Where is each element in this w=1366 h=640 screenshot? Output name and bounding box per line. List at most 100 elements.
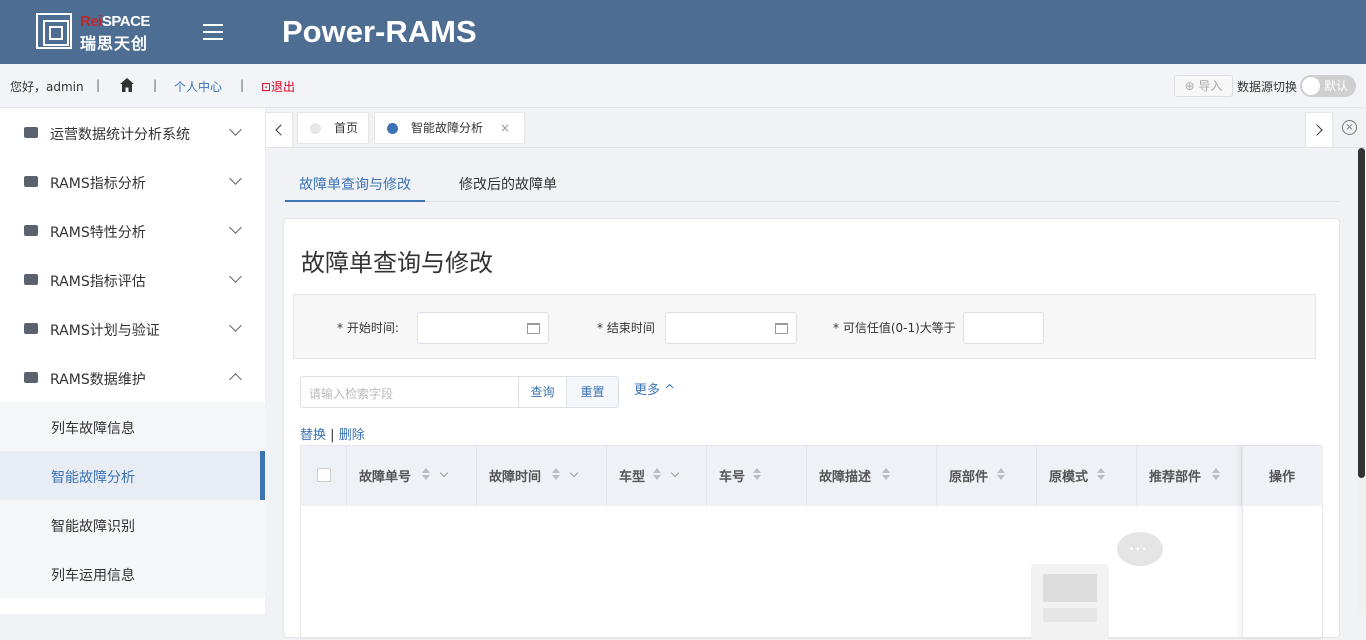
chevron-down-icon [229,172,242,185]
tab-smart-analysis[interactable]: 智能故障分析 × [374,112,525,144]
query-card: 故障单查询与修改 * 开始时间: * 结束时间 * 可信任值(0-1)大等于 请… [283,218,1340,640]
chevron-down-icon[interactable] [670,468,680,478]
folder-icon [24,176,38,187]
sidebar-item-label: RAMS数据维护 [50,372,146,388]
toggle-label: 默认 [1324,79,1349,93]
user-icon [24,323,38,334]
import-button[interactable]: ⊕ 导入 [1174,75,1233,97]
logo-text-en: ReiSPACE [80,13,150,30]
sidebar-item-rams-eval[interactable]: RAMS指标评估 [0,255,265,304]
sidebar-subitem-train-usage[interactable]: 列车运用信息 [0,549,265,598]
chevron-down-icon[interactable] [439,468,449,478]
sort-icon[interactable] [552,468,561,481]
empty-state-icon [1031,564,1109,640]
logout-link[interactable]: ⊡退出 [261,78,295,95]
end-date-input[interactable] [665,312,797,344]
column-header[interactable]: 原模式 [1037,446,1137,506]
filter-panel: * 开始时间: * 结束时间 * 可信任值(0-1)大等于 [293,294,1316,359]
tab-scroll-left-button[interactable] [265,112,293,148]
fault-table: 故障单号 故障时间 车型 车号 故障描述 原部件 原模式 推荐部件 操作 ••• [300,445,1323,640]
sidebar-subitem-train-fault[interactable]: 列车故障信息 [0,402,265,451]
column-header[interactable]: 故障单号 [347,446,477,506]
chevron-down-icon [229,123,242,136]
greeting-text: 您好，admin [10,80,84,94]
close-all-tabs-icon[interactable]: × [1342,120,1357,135]
tab-bar: 首页 智能故障分析 × × [265,108,1366,148]
sidebar-item-rams-index[interactable]: RAMS指标分析 [0,157,265,206]
sidebar-item-rams-feature[interactable]: RAMS特性分析 [0,206,265,255]
sidebar-item-label: RAMS特性分析 [50,225,146,241]
sidebar-item-ops-stats[interactable]: 运营数据统计分析系统 [0,108,265,157]
column-header[interactable]: 车型 [607,446,707,506]
sidebar-item-label: 运营数据统计分析系统 [50,127,190,143]
sidebar-item-label: 列车运用信息 [51,568,135,584]
sidebar-item-rams-data[interactable]: RAMS数据维护 [0,353,265,402]
tab-scroll-right-button[interactable] [1305,112,1333,148]
scrollbar-thumb[interactable] [1358,148,1365,478]
table-actions: 替换 | 删除 [300,424,365,443]
tab-dot-icon [310,123,321,134]
column-header[interactable]: 故障描述 [807,446,937,506]
select-all-checkbox[interactable] [317,468,331,482]
tab-home[interactable]: 首页 [297,112,369,144]
separator: | [153,78,158,92]
trust-value-input[interactable] [963,312,1044,344]
chevron-down-icon [229,221,242,234]
tab-dot-icon [387,123,398,134]
main-content: 故障单查询与修改 修改后的故障单 故障单查询与修改 * 开始时间: * 结束时间… [265,148,1357,640]
page-title: 故障单查询与修改 [301,249,493,277]
car-icon [24,225,38,236]
card-icon [24,372,38,383]
separator: | [96,78,101,92]
separator: | [240,78,245,92]
sidebar-item-label: RAMS指标评估 [50,274,146,290]
calendar-icon [527,323,540,334]
menu-toggle-icon[interactable] [203,24,223,40]
sort-icon[interactable] [753,468,762,481]
calendar-icon [775,323,788,334]
sort-icon[interactable] [1212,468,1221,481]
sidebar-item-label: RAMS指标分析 [50,176,146,192]
reset-button[interactable]: 重置 [566,376,619,408]
query-button[interactable]: 查询 [518,376,567,408]
start-date-input[interactable] [417,312,549,344]
chat-bubble-icon: ••• [1117,532,1163,566]
sort-icon[interactable] [1097,468,1106,481]
sidebar-item-rams-plan[interactable]: RAMS计划与验证 [0,304,265,353]
sort-icon[interactable] [422,468,431,481]
tab-label: 智能故障分析 [411,121,484,135]
subtab-modified-tickets[interactable]: 修改后的故障单 [459,174,557,202]
chevron-down-icon[interactable] [569,468,579,478]
home-icon[interactable] [119,77,135,93]
chevron-down-icon [229,270,242,283]
more-toggle[interactable]: 更多 ^ [634,379,675,398]
datasource-toggle[interactable]: 默认 [1300,75,1356,97]
sort-icon[interactable] [882,468,891,481]
app-header: ReiSPACE 瑞思天创 Power-RAMS [0,0,1366,64]
sidebar: 运营数据统计分析系统 RAMS指标分析 RAMS特性分析 RAMS指标评估 RA… [0,108,265,614]
chevron-left-icon [275,124,287,136]
sort-icon[interactable] [653,468,662,481]
train-icon [24,127,38,138]
search-input[interactable]: 请输入检索字段 [300,376,519,408]
column-header[interactable]: 原部件 [937,446,1037,506]
page-scrollbar[interactable] [1357,148,1366,614]
table-header: 故障单号 故障时间 车型 车号 故障描述 原部件 原模式 推荐部件 [301,446,1322,506]
logo-text-cn: 瑞思天创 [80,34,149,53]
column-header[interactable]: 车号 [707,446,807,506]
trust-value-label: * 可信任值(0-1)大等于 [833,321,956,335]
close-icon[interactable]: × [500,113,510,143]
replace-link[interactable]: 替换 [300,428,326,443]
subtab-query-modify[interactable]: 故障单查询与修改 [285,174,425,202]
sort-icon[interactable] [997,468,1006,481]
profile-link[interactable]: 个人中心 [174,78,222,95]
delete-link[interactable]: 删除 [339,428,365,443]
sidebar-subitem-smart-analysis[interactable]: 智能故障分析 [0,451,265,500]
tab-label: 首页 [334,121,359,135]
user-bar: 您好，admin | | 个人中心 | ⊡退出 ⊕ 导入 数据源切换 默认 [0,64,1366,108]
column-header[interactable]: 故障时间 [477,446,607,506]
end-time-label: * 结束时间 [597,321,655,335]
sidebar-item-label: 智能故障识别 [51,519,135,535]
column-header[interactable]: 推荐部件 [1137,446,1242,506]
sidebar-subitem-smart-recognition[interactable]: 智能故障识别 [0,500,265,549]
